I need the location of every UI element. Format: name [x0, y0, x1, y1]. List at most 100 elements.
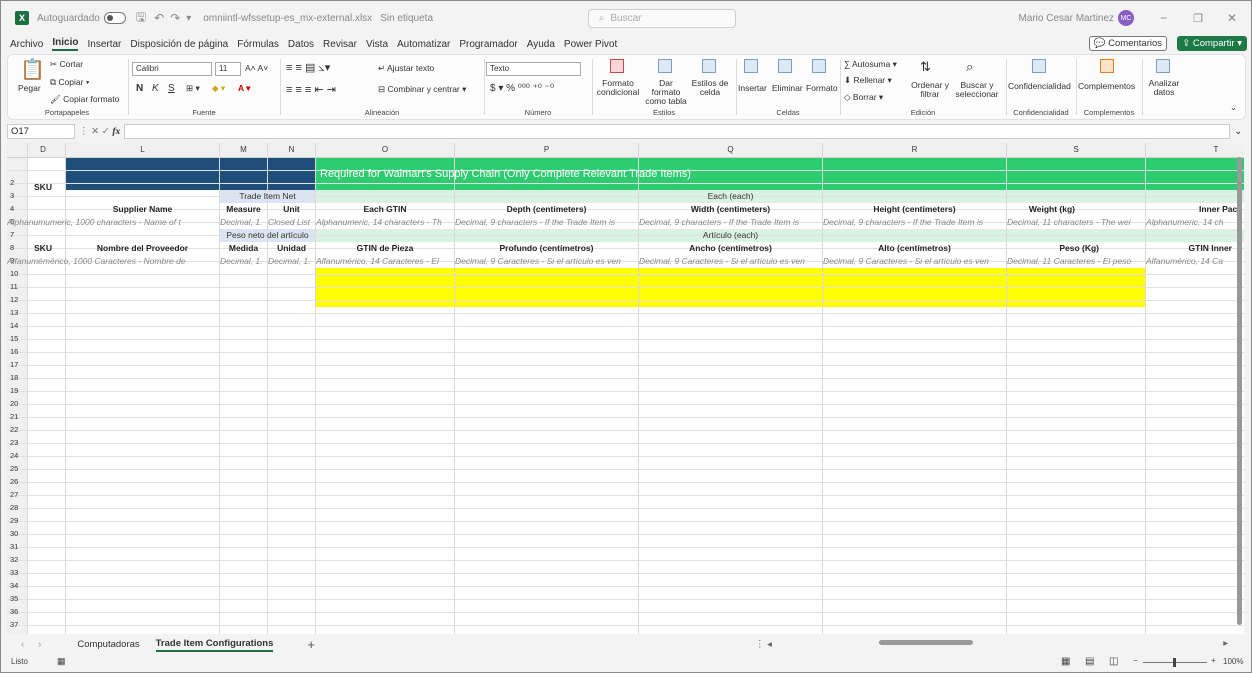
borders-icon[interactable]: ⊞ ▾: [186, 83, 200, 94]
row-number[interactable]: 27: [7, 490, 25, 499]
header-unit[interactable]: Unit: [268, 203, 315, 216]
conditional-format-button[interactable]: Formato condicional: [594, 79, 642, 97]
desc-measure[interactable]: Decimal, 1.: [220, 216, 267, 229]
delete-cells-button[interactable]: Eliminar: [772, 83, 803, 93]
row-number[interactable]: 21: [7, 412, 25, 421]
desc-profundo[interactable]: Decimal, 9 Caracteres - Si el artículo e…: [455, 255, 638, 268]
zoom-level[interactable]: 100%: [1223, 657, 1243, 666]
tab-ayuda[interactable]: Ayuda: [527, 39, 555, 50]
header-nombre-proveedor[interactable]: Nombre del Proveedor: [66, 242, 219, 255]
zoom-out-icon[interactable]: −: [1133, 656, 1138, 665]
header-alto[interactable]: Alto (centímetros): [823, 242, 1006, 255]
header-width[interactable]: Width (centimeters): [639, 203, 822, 216]
zoom-slider-thumb[interactable]: [1173, 658, 1176, 667]
sheet-tab-trade-item-configurations[interactable]: Trade Item Configurations: [155, 638, 274, 652]
tab-formulas[interactable]: Fórmulas: [237, 39, 279, 50]
format-cells-button[interactable]: Formato: [806, 83, 838, 93]
font-name-select[interactable]: Calibri: [132, 62, 212, 76]
row-number[interactable]: 22: [7, 425, 25, 434]
row-number[interactable]: 14: [7, 321, 25, 330]
header-height[interactable]: Height (centimeters): [823, 203, 1006, 216]
share-button[interactable]: ⇪ Compartir ▾: [1177, 36, 1247, 51]
conditional-format-icon[interactable]: [610, 59, 624, 73]
desc-alto[interactable]: Decimal, 9 Caracteres - Si el artículo e…: [823, 255, 1006, 268]
row-number[interactable]: 34: [7, 581, 25, 590]
page-break-icon[interactable]: ◫: [1109, 656, 1118, 667]
tab-disposicion[interactable]: Disposición de página: [130, 39, 228, 50]
row-number[interactable]: 2: [7, 178, 25, 187]
grow-font-icon[interactable]: A˄ A˅: [245, 63, 268, 73]
user-avatar[interactable]: MC: [1118, 10, 1135, 26]
row-number[interactable]: 10: [7, 269, 25, 278]
expand-formula-icon[interactable]: ⌄: [1234, 126, 1242, 137]
tab-automatizar[interactable]: Automatizar: [397, 39, 450, 50]
clear-button[interactable]: ◇ Borrar ▾: [844, 92, 883, 103]
paste-icon[interactable]: 📋: [20, 57, 45, 82]
format-cells-icon[interactable]: [812, 59, 826, 73]
row-number[interactable]: 25: [7, 464, 25, 473]
articulo-group[interactable]: Artículo (each): [316, 229, 1145, 242]
tab-datos[interactable]: Datos: [288, 39, 314, 50]
format-painter-button[interactable]: 🖌 Copiar formato: [50, 94, 119, 105]
row-number[interactable]: 33: [7, 568, 25, 577]
vertical-scrollbar[interactable]: [1237, 157, 1242, 625]
copy-button[interactable]: ⧉ Copiar ▾: [50, 77, 89, 88]
addins-button[interactable]: Complementos: [1078, 81, 1135, 91]
cut-button[interactable]: ✂ Cortar: [50, 59, 83, 70]
row-number[interactable]: 31: [7, 542, 25, 551]
sku-es-header[interactable]: SKU: [29, 242, 57, 255]
insert-cells-button[interactable]: Insertar: [738, 83, 767, 93]
desc-ancho[interactable]: Decimal, 9 Caracteres - Si el artículo e…: [639, 255, 822, 268]
header-gtin-inner[interactable]: GTIN Inner: [1146, 242, 1244, 255]
row-number[interactable]: 36: [7, 607, 25, 616]
header-unidad[interactable]: Unidad: [268, 242, 315, 255]
currency-icon[interactable]: $ ▾ % ⁰⁰⁰ ⁺⁰ ⁻⁰: [490, 83, 554, 94]
tab-insertar[interactable]: Insertar: [87, 39, 121, 50]
cell-styles-button[interactable]: Estilos de celda: [690, 79, 730, 97]
customize-qat-icon[interactable]: ▾: [186, 13, 191, 24]
insert-cells-icon[interactable]: [744, 59, 758, 73]
header-medida[interactable]: Medida: [220, 242, 267, 255]
desc-peso[interactable]: Decimal, 11 Caracteres - El peso: [1007, 255, 1145, 268]
zoom-in-icon[interactable]: +: [1211, 656, 1216, 665]
desc-each-gtin[interactable]: Alphanumeric, 14 characters - Th: [316, 216, 454, 229]
row-number[interactable]: 30: [7, 529, 25, 538]
row-number[interactable]: 20: [7, 399, 25, 408]
sheet-tab-computadoras[interactable]: Computadoras: [77, 639, 139, 650]
header-profundo[interactable]: Profundo (centímetros): [455, 242, 638, 255]
worksheet-grid[interactable]: D L M N O P Q R S T 2 3 4 6 7 8 9 10 11 …: [7, 143, 1244, 634]
sort-filter-icon[interactable]: ⇅: [920, 59, 931, 75]
column-header-p[interactable]: P: [455, 145, 638, 154]
font-color-icon[interactable]: A ▾: [238, 83, 250, 94]
sku-header[interactable]: SKU: [29, 181, 57, 193]
row-number[interactable]: 15: [7, 334, 25, 343]
row-number[interactable]: 7: [7, 230, 25, 239]
column-header-n[interactable]: N: [268, 145, 315, 154]
restore-icon[interactable]: ❐: [1193, 12, 1203, 25]
row-number[interactable]: 12: [7, 295, 25, 304]
normal-view-icon[interactable]: ▦: [1061, 656, 1070, 667]
column-header-s[interactable]: S: [1007, 145, 1145, 154]
header-depth[interactable]: Depth (centimeters): [455, 203, 638, 216]
row-number[interactable]: 23: [7, 438, 25, 447]
next-sheet-icon[interactable]: ›: [38, 639, 41, 650]
column-header-t[interactable]: T: [1146, 145, 1244, 154]
desc-weight[interactable]: Decimal, 11 characters - The wei: [1007, 216, 1145, 229]
undo-icon[interactable]: ↶: [154, 11, 164, 25]
header-gtin-pieza[interactable]: GTIN de Pieza: [316, 242, 454, 255]
cell-styles-icon[interactable]: [702, 59, 716, 73]
analyze-data-button[interactable]: Analizar datos: [1144, 79, 1184, 97]
row-number[interactable]: 13: [7, 308, 25, 317]
header-ancho[interactable]: Ancho (centímetros): [639, 242, 822, 255]
search-box[interactable]: ⌕ Buscar: [587, 8, 736, 28]
horizontal-scrollbar[interactable]: [879, 640, 973, 645]
merge-center-button[interactable]: ⊟ Combinar y centrar ▾: [378, 84, 466, 95]
row-number[interactable]: 26: [7, 477, 25, 486]
row-number[interactable]: 8: [7, 243, 25, 252]
row-number[interactable]: 18: [7, 373, 25, 382]
desc-nombre-proveedor[interactable]: Alfanumémérico, 1000 Caracteres - Nombre…: [7, 255, 219, 268]
desc-unit[interactable]: Closed List: [268, 216, 315, 229]
formula-input[interactable]: [124, 123, 1231, 139]
autosum-button[interactable]: ∑ Autosuma ▾: [844, 59, 897, 70]
paste-button[interactable]: Pegar: [18, 83, 41, 93]
